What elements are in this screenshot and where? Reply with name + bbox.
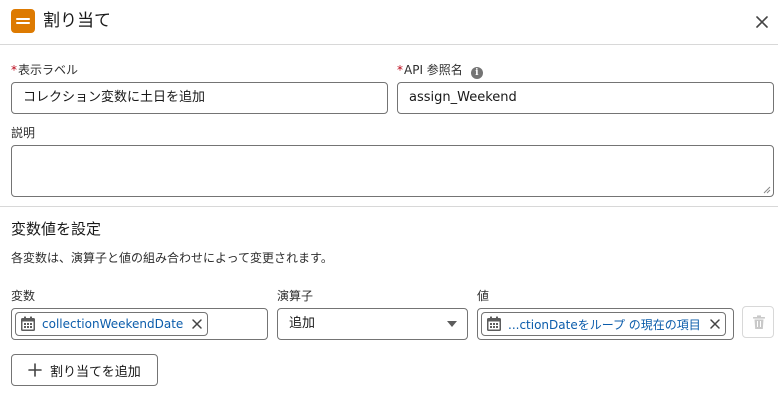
operator-value: 追加 (289, 316, 316, 331)
section-description: 各変数は、演算子と値の組み合わせによって変更されます。 (11, 251, 333, 265)
assignment-icon (11, 9, 35, 33)
value-label: 値 (477, 289, 490, 303)
resize-handle-icon[interactable] (763, 186, 771, 194)
remove-pill-icon[interactable] (191, 318, 203, 330)
operator-label: 演算子 (277, 289, 314, 303)
label-field-label: *表示ラベル (11, 63, 79, 77)
chevron-down-icon (447, 321, 457, 327)
remove-pill-icon[interactable] (709, 318, 721, 330)
calendar-icon (21, 316, 35, 331)
add-assignment-label: 割り当てを追加 (50, 364, 141, 380)
api-name-input[interactable]: assign_Weekend (397, 82, 774, 114)
plus-icon (28, 363, 42, 377)
value-pill-text: ...ctionDateをループ の現在の項目 (508, 317, 701, 332)
divider (0, 206, 778, 207)
section-title: 変数値を設定 (11, 220, 102, 238)
description-textarea[interactable] (11, 145, 774, 197)
trash-icon (753, 315, 765, 329)
delete-row-button[interactable] (742, 306, 774, 338)
api-name-label: *API 参照名 i (397, 62, 483, 79)
value-input[interactable]: ...ctionDateをループ の現在の項目 (477, 308, 734, 340)
add-assignment-button[interactable]: 割り当てを追加 (11, 354, 158, 386)
close-icon[interactable] (752, 12, 772, 32)
modal-header: 割り当て (0, 0, 778, 45)
operator-select[interactable]: 追加 (277, 308, 468, 340)
value-pill[interactable]: ...ctionDateをループ の現在の項目 (481, 312, 726, 336)
modal-title: 割り当て (43, 11, 111, 31)
variable-label: 変数 (11, 289, 36, 303)
variable-pill[interactable]: collectionWeekendDate (15, 312, 209, 336)
variable-pill-text: collectionWeekendDate (42, 317, 184, 331)
label-input[interactable]: コレクション変数に土日を追加 (11, 82, 388, 114)
calendar-icon (487, 316, 501, 331)
variable-input[interactable]: collectionWeekendDate (11, 308, 268, 340)
description-label: 説明 (11, 126, 36, 140)
info-icon[interactable]: i (470, 67, 483, 79)
